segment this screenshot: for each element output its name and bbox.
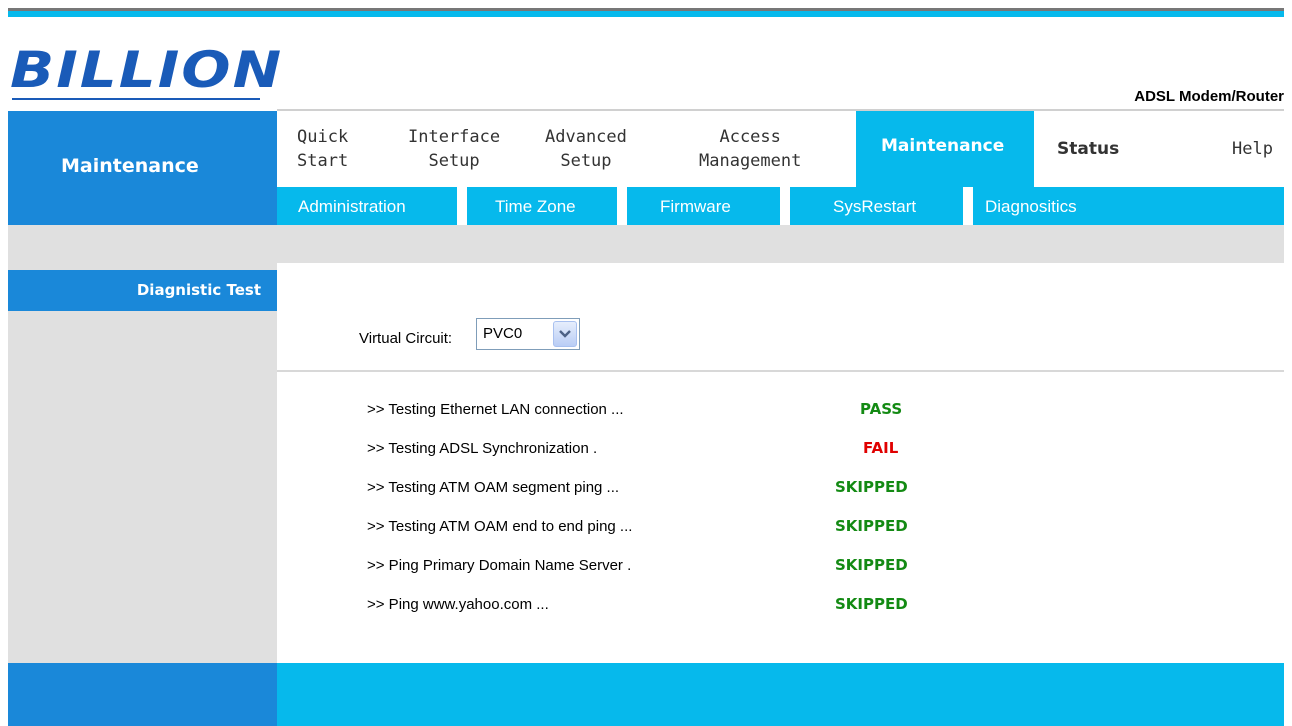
nav-quick-start[interactable]: Quick Start xyxy=(297,111,348,187)
test-label: >> Testing Ethernet LAN connection ... xyxy=(367,401,624,418)
main-nav: Quick Start Interface Setup Advanced Set… xyxy=(277,111,1284,187)
subnav-sysrestart[interactable]: SysRestart xyxy=(833,197,916,217)
virtual-circuit-select[interactable]: PVC0 xyxy=(476,318,580,350)
test-row: >> Testing ADSL Synchronization . FAIL xyxy=(367,439,1067,464)
test-label: >> Testing ATM OAM end to end ping ... xyxy=(367,518,633,535)
subnav-divider xyxy=(457,187,467,225)
test-label: >> Ping www.yahoo.com ... xyxy=(367,596,549,613)
chevron-down-icon xyxy=(559,330,571,338)
nav-label-line1: Interface xyxy=(408,127,501,147)
nav-label-line1: Advanced xyxy=(545,127,627,147)
nav-advanced-setup[interactable]: Advanced Setup xyxy=(545,111,627,187)
nav-interface-setup[interactable]: Interface Setup xyxy=(408,111,500,187)
subnav-divider xyxy=(617,187,627,225)
test-result: SKIPPED xyxy=(835,478,908,496)
subnav-divider xyxy=(780,187,790,225)
content-separator xyxy=(277,370,1284,372)
section-title: Maintenance xyxy=(61,155,199,177)
test-row: >> Testing ATM OAM segment ping ... SKIP… xyxy=(367,478,1067,503)
subnav-divider xyxy=(963,187,973,225)
logo-text: BILLION xyxy=(10,40,284,100)
sidebar xyxy=(8,263,277,663)
nav-label-line2: Setup xyxy=(428,151,480,171)
test-label: >> Testing ADSL Synchronization . xyxy=(367,440,598,457)
test-result: FAIL xyxy=(863,439,899,457)
nav-help[interactable]: Help xyxy=(1232,111,1273,187)
nav-status-label: Status xyxy=(1057,139,1120,159)
test-row: >> Ping Primary Domain Name Server . SKI… xyxy=(367,556,1067,581)
nav-status[interactable]: Status xyxy=(1057,111,1119,187)
logo-underline xyxy=(12,98,260,100)
test-result: SKIPPED xyxy=(835,595,908,613)
test-result: SKIPPED xyxy=(835,556,908,574)
virtual-circuit-label: Virtual Circuit: xyxy=(359,330,453,347)
test-row: >> Ping www.yahoo.com ... SKIPPED xyxy=(367,595,1067,620)
footer-left xyxy=(8,663,277,726)
product-name: ADSL Modem/Router xyxy=(1134,88,1284,105)
test-row: >> Testing ATM OAM end to end ping ... S… xyxy=(367,517,1067,542)
nav-access-management[interactable]: Access Management xyxy=(699,111,801,187)
subnav-diagnostics[interactable]: Diagnositics xyxy=(985,197,1077,217)
section-header: Maintenance xyxy=(8,111,277,225)
subnav-administration[interactable]: Administration xyxy=(298,197,406,217)
gray-spacer-bar xyxy=(8,225,1284,263)
nav-maintenance-label: Maintenance xyxy=(881,136,1005,156)
subnav-firmware[interactable]: Firmware xyxy=(660,197,731,217)
footer-right xyxy=(277,663,1284,726)
billion-logo: BILLION xyxy=(8,45,281,103)
test-result: SKIPPED xyxy=(835,517,908,535)
sub-nav: Administration Time Zone Firmware SysRes… xyxy=(277,187,1284,225)
subnav-time-zone[interactable]: Time Zone xyxy=(495,197,576,217)
test-label: >> Ping Primary Domain Name Server . xyxy=(367,557,632,574)
nav-help-label: Help xyxy=(1232,139,1273,159)
test-row: >> Testing Ethernet LAN connection ... P… xyxy=(367,400,1067,425)
nav-label-line1: Access xyxy=(719,127,781,147)
nav-maintenance[interactable]: Maintenance xyxy=(856,111,1034,187)
sidebar-item-diagnostic-test[interactable]: Diagnistic Test xyxy=(8,270,277,311)
nav-label-line2: Management xyxy=(699,151,802,171)
top-accent-bar xyxy=(8,11,1284,17)
sidebar-item-label: Diagnistic Test xyxy=(136,281,261,299)
virtual-circuit-value: PVC0 xyxy=(483,325,523,342)
nav-label-line1: Quick xyxy=(297,127,349,147)
test-label: >> Testing ATM OAM segment ping ... xyxy=(367,479,620,496)
nav-label-line2: Start xyxy=(297,151,349,171)
test-result: PASS xyxy=(860,400,903,418)
dropdown-button[interactable] xyxy=(553,321,577,347)
nav-label-line2: Setup xyxy=(560,151,612,171)
